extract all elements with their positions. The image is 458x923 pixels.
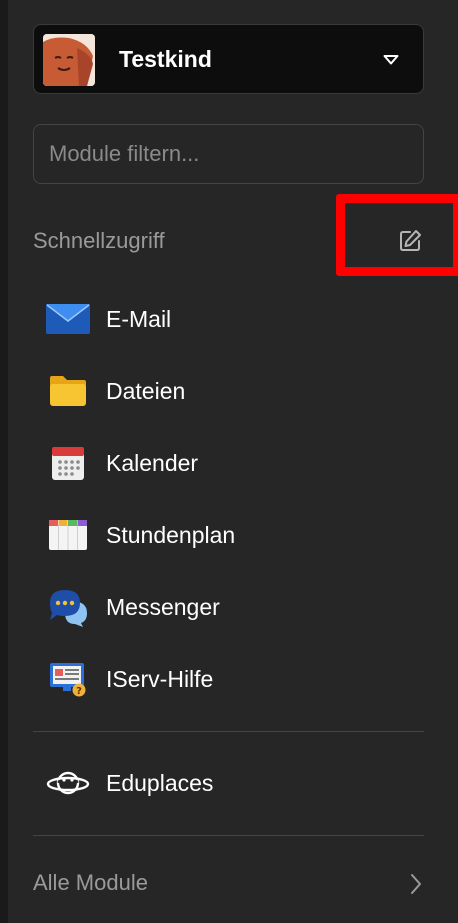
user-switcher[interactable]: Testkind <box>33 24 424 94</box>
module-item-help[interactable]: ? IServ-Hilfe <box>33 651 424 707</box>
all-modules-link[interactable]: Alle Module <box>33 858 424 908</box>
planet-icon <box>46 763 90 803</box>
module-label: Stundenplan <box>106 522 236 548</box>
messenger-icon <box>46 587 90 627</box>
module-label: Eduplaces <box>106 770 214 796</box>
module-label: Kalender <box>106 450 199 476</box>
module-item-files[interactable]: Dateien <box>33 363 424 419</box>
divider <box>33 731 424 732</box>
module-label: Messenger <box>106 594 220 620</box>
mail-icon <box>46 299 90 339</box>
sidebar-edge <box>0 0 8 923</box>
avatar-face-icon <box>43 34 95 86</box>
module-item-messenger[interactable]: Messenger <box>33 579 424 635</box>
module-item-eduplaces[interactable]: Eduplaces <box>33 755 424 811</box>
calendar-icon <box>46 443 90 483</box>
help-icon: ? <box>46 659 90 699</box>
quick-access-heading: Schnellzugriff <box>33 228 165 253</box>
divider <box>33 835 424 836</box>
module-item-email[interactable]: E-Mail <box>33 291 424 347</box>
avatar <box>43 34 95 86</box>
all-modules-label: Alle Module <box>33 870 148 895</box>
module-label: E-Mail <box>106 306 172 332</box>
module-filter-input[interactable] <box>33 124 424 184</box>
module-label: IServ-Hilfe <box>106 666 214 692</box>
module-item-timetable[interactable]: Stundenplan <box>33 507 424 563</box>
user-name: Testkind <box>119 46 212 72</box>
chevron-down-icon[interactable] <box>382 51 400 69</box>
svg-text:?: ? <box>76 686 82 697</box>
module-label: Dateien <box>106 378 186 404</box>
timetable-icon <box>46 515 90 555</box>
folder-icon <box>46 371 90 411</box>
chevron-right-icon <box>411 874 421 894</box>
highlight-annotation <box>336 194 458 276</box>
sidebar: Testkind Schnellzugriff E-Mail <box>0 0 458 923</box>
module-item-calendar[interactable]: Kalender <box>33 435 424 491</box>
